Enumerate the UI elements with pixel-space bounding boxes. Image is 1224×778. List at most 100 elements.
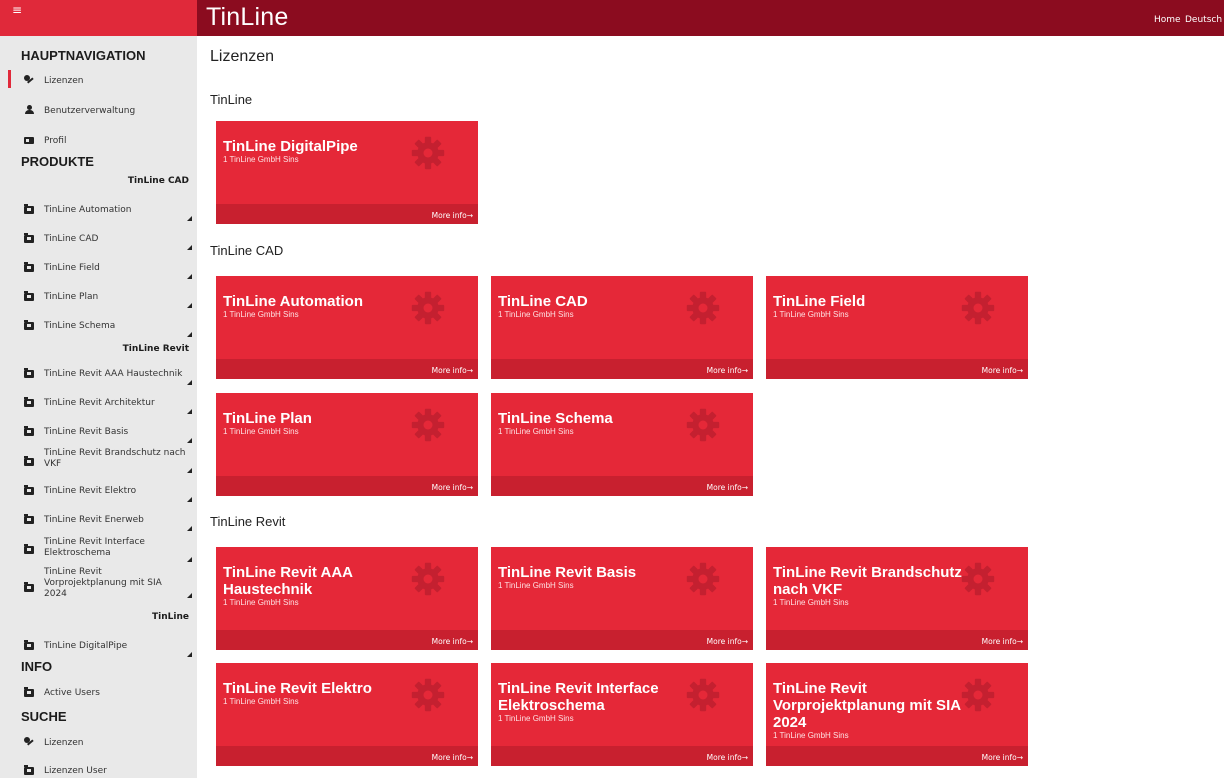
more-info-label: More info bbox=[981, 637, 1017, 646]
brand-title[interactable]: TinLine bbox=[206, 2, 288, 32]
more-info-link[interactable]: More info→ bbox=[707, 483, 748, 493]
id-card-icon bbox=[24, 137, 34, 144]
sidebar-item-suche-lizenzen-user[interactable]: Lizenzen User bbox=[0, 759, 197, 778]
sidebar-item-revit-vorprojektplanung[interactable]: TinLine Revit Vorprojektplanung mit SIA … bbox=[0, 565, 197, 607]
key-icon bbox=[24, 737, 34, 747]
tile-footer[interactable]: More info→ bbox=[216, 630, 478, 650]
expand-caret-icon[interactable] bbox=[187, 216, 192, 221]
sidebar-item-revit-brandschutz[interactable]: TinLine Revit Brandschutz nach VKF bbox=[0, 446, 197, 480]
expand-caret-icon[interactable] bbox=[187, 526, 192, 531]
license-tile[interactable]: TinLine Revit Brandschutz nach VKF 1 TinL… bbox=[766, 547, 1028, 650]
expand-caret-icon[interactable] bbox=[187, 245, 192, 250]
tile-footer[interactable]: More info→ bbox=[491, 476, 753, 496]
license-tile[interactable]: TinLine DigitalPipe 1 TinLine GmbH Sins Mo… bbox=[216, 121, 478, 224]
sidebar-item-label: Lizenzen bbox=[44, 738, 84, 748]
sidebar-item-revit-aaa-haustechnik[interactable]: TinLine Revit AAA Haustechnik bbox=[0, 362, 197, 390]
sidebar-item-suche-lizenzen[interactable]: Lizenzen bbox=[0, 731, 197, 759]
sidebar-item-revit-enerweb[interactable]: TinLine Revit Enerweb bbox=[0, 508, 197, 536]
expand-caret-icon[interactable] bbox=[187, 557, 192, 562]
sidebar-item-revit-architektur[interactable]: TinLine Revit Architektur bbox=[0, 391, 197, 419]
sidebar-item-tinline-cad[interactable]: TinLine CAD bbox=[0, 227, 197, 255]
license-tile[interactable]: TinLine Revit Basis 1 TinLine GmbH Sins Mo… bbox=[491, 547, 753, 650]
sidebar-item-label: TinLine Revit Architektur bbox=[44, 398, 155, 408]
tile-footer[interactable]: More info→ bbox=[766, 746, 1028, 766]
expand-caret-icon[interactable] bbox=[187, 468, 192, 473]
more-info-link[interactable]: More info→ bbox=[982, 637, 1023, 647]
tile-product-name: TinLine Schema 1 TinLine GmbH Sins bbox=[498, 410, 688, 437]
expand-caret-icon[interactable] bbox=[187, 652, 192, 657]
sidebar-item-tinline-automation[interactable]: TinLine Automation bbox=[0, 198, 197, 226]
more-info-link[interactable]: More info→ bbox=[982, 366, 1023, 376]
sidebar-item-revit-interface-elektroschema[interactable]: TinLine Revit Interface Elektroschema bbox=[0, 535, 197, 565]
menu-toggle-area[interactable]: ≡ bbox=[0, 0, 197, 36]
nav-home-link[interactable]: Home bbox=[1154, 14, 1181, 26]
more-info-label: More info bbox=[431, 753, 467, 762]
more-info-link[interactable]: More info→ bbox=[707, 753, 748, 763]
language-link[interactable]: Deutsch bbox=[1185, 14, 1222, 26]
expand-caret-icon[interactable] bbox=[187, 303, 192, 308]
more-info-link[interactable]: More info→ bbox=[982, 753, 1023, 763]
sidebar-item-label: TinLine Revit Brandschutz nach VKF bbox=[44, 448, 186, 469]
more-info-link[interactable]: More info→ bbox=[432, 753, 473, 763]
expand-caret-icon[interactable] bbox=[187, 497, 192, 502]
sidebar-item-label: TinLine Revit Basis bbox=[44, 427, 129, 437]
sidebar-item-tinline-schema[interactable]: TinLine Schema bbox=[0, 314, 197, 342]
license-tile[interactable]: TinLine Schema 1 TinLine GmbH Sins More in… bbox=[491, 393, 753, 496]
arrow-right-icon: → bbox=[466, 366, 473, 375]
expand-caret-icon[interactable] bbox=[187, 274, 192, 279]
expand-caret-icon[interactable] bbox=[187, 438, 192, 443]
license-tile[interactable]: TinLine Plan 1 TinLine GmbH Sins More info… bbox=[216, 393, 478, 496]
license-tile[interactable]: TinLine Revit Interface Elektroschema 1 T… bbox=[491, 663, 753, 766]
tile-footer[interactable]: More info→ bbox=[766, 359, 1028, 379]
more-info-label: More info bbox=[706, 753, 742, 762]
tile-footer[interactable]: More info→ bbox=[216, 359, 478, 379]
tile-company: 1 TinLine GmbH Sins bbox=[773, 310, 849, 319]
license-tile[interactable]: TinLine Automation 1 TinLine GmbH Sins Mor… bbox=[216, 276, 478, 379]
tile-company: 1 TinLine GmbH Sins bbox=[498, 427, 574, 436]
group-title-tinline-revit: TinLine Revit bbox=[210, 514, 286, 529]
more-info-link[interactable]: More info→ bbox=[432, 211, 473, 221]
expand-caret-icon[interactable] bbox=[187, 593, 192, 598]
tile-footer[interactable]: More info→ bbox=[216, 746, 478, 766]
more-info-label: More info bbox=[431, 366, 467, 375]
more-info-link[interactable]: More info→ bbox=[432, 637, 473, 647]
tile-title: TinLine Automation bbox=[223, 293, 363, 310]
tile-footer[interactable]: More info→ bbox=[491, 359, 753, 379]
gear-icon bbox=[685, 407, 721, 443]
gear-icon bbox=[410, 407, 446, 443]
sidebar-item-tinline-field[interactable]: TinLine Field bbox=[0, 256, 197, 284]
license-tile[interactable]: TinLine Revit Elektro 1 TinLine GmbH Sins… bbox=[216, 663, 478, 766]
tile-product-name: TinLine Revit Vorprojektplanung mit SIA … bbox=[773, 680, 963, 741]
sidebar-item-label: Lizenzen bbox=[44, 76, 84, 86]
sidebar-item-benutzerverwaltung[interactable]: Benutzerverwaltung bbox=[0, 100, 197, 128]
folder-icon bbox=[24, 544, 34, 554]
page-title: Lizenzen bbox=[210, 48, 275, 65]
expand-caret-icon[interactable] bbox=[187, 380, 192, 385]
license-tile[interactable]: TinLine Revit Vorprojektplanung mit SIA … bbox=[766, 663, 1028, 766]
tile-footer[interactable]: More info→ bbox=[766, 630, 1028, 650]
license-tile[interactable]: TinLine Field 1 TinLine GmbH Sins More inf… bbox=[766, 276, 1028, 379]
tile-footer[interactable]: More info→ bbox=[216, 476, 478, 496]
sidebar-item-label: Benutzerverwaltung bbox=[44, 106, 136, 116]
sidebar-item-tinline-digitalpipe[interactable]: TinLine DigitalPipe bbox=[0, 634, 197, 662]
expand-caret-icon[interactable] bbox=[187, 409, 192, 414]
tile-footer[interactable]: More info→ bbox=[216, 204, 478, 224]
hamburger-menu-icon[interactable]: ≡ bbox=[12, 4, 22, 16]
tile-footer[interactable]: More info→ bbox=[491, 746, 753, 766]
more-info-label: More info bbox=[981, 366, 1017, 375]
sidebar-item-label: TinLine DigitalPipe bbox=[44, 641, 128, 651]
more-info-link[interactable]: More info→ bbox=[707, 366, 748, 376]
license-tile[interactable]: TinLine Revit AAA Haustechnik 1 TinLine G… bbox=[216, 547, 478, 650]
sidebar-item-lizenzen[interactable]: Lizenzen bbox=[0, 70, 197, 98]
expand-caret-icon[interactable] bbox=[187, 332, 192, 337]
tile-footer[interactable]: More info→ bbox=[491, 630, 753, 650]
sidebar-item-revit-basis[interactable]: TinLine Revit Basis bbox=[0, 420, 197, 448]
more-info-link[interactable]: More info→ bbox=[707, 637, 748, 647]
sidebar-item-revit-elektro[interactable]: TinLine Revit Elektro bbox=[0, 479, 197, 507]
sidebar-item-tinline-plan[interactable]: TinLine Plan bbox=[0, 285, 197, 313]
arrow-right-icon: → bbox=[741, 637, 748, 646]
more-info-link[interactable]: More info→ bbox=[432, 483, 473, 493]
license-tile[interactable]: TinLine CAD 1 TinLine GmbH Sins More info→ bbox=[491, 276, 753, 379]
more-info-link[interactable]: More info→ bbox=[432, 366, 473, 376]
sidebar-item-active-users[interactable]: Active Users bbox=[0, 681, 197, 709]
